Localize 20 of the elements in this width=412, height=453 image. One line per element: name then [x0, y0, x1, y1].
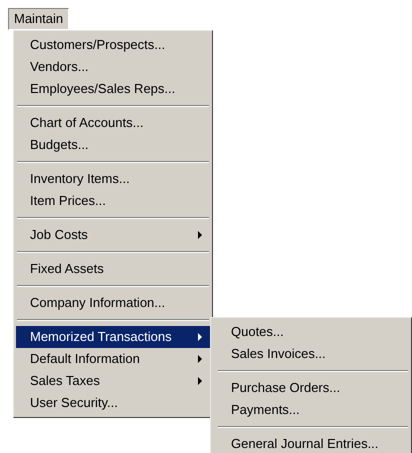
menu-item[interactable]: Company Information... [16, 292, 210, 314]
menu-item[interactable]: Customers/Prospects... [16, 34, 210, 56]
menu-item[interactable]: Payments... [217, 399, 409, 421]
menu-bar-item[interactable]: Maintain [8, 8, 70, 30]
menu-item[interactable]: Inventory Items... [16, 168, 210, 190]
menu-item[interactable]: Item Prices... [16, 190, 210, 212]
menu-item[interactable]: Purchase Orders... [217, 377, 409, 399]
menu-item[interactable]: Quotes... [217, 321, 409, 343]
menu-item[interactable]: Budgets... [16, 134, 210, 156]
menu-item[interactable]: Fixed Assets [16, 258, 210, 280]
menu-item[interactable]: Memorized Transactions [16, 326, 210, 348]
menu-item[interactable]: User Security... [16, 392, 210, 414]
menu-item[interactable]: Sales Invoices... [217, 343, 409, 365]
menu-item[interactable]: General Journal Entries... [217, 433, 409, 453]
menu-item[interactable]: Default Information [16, 348, 210, 370]
menu-item[interactable]: Chart of Accounts... [16, 112, 210, 134]
menu-item[interactable]: Sales Taxes [16, 370, 210, 392]
menu-item[interactable]: Vendors... [16, 56, 210, 78]
menu-item[interactable]: Job Costs [16, 224, 210, 246]
menu-item[interactable]: Employees/Sales Reps... [16, 78, 210, 100]
